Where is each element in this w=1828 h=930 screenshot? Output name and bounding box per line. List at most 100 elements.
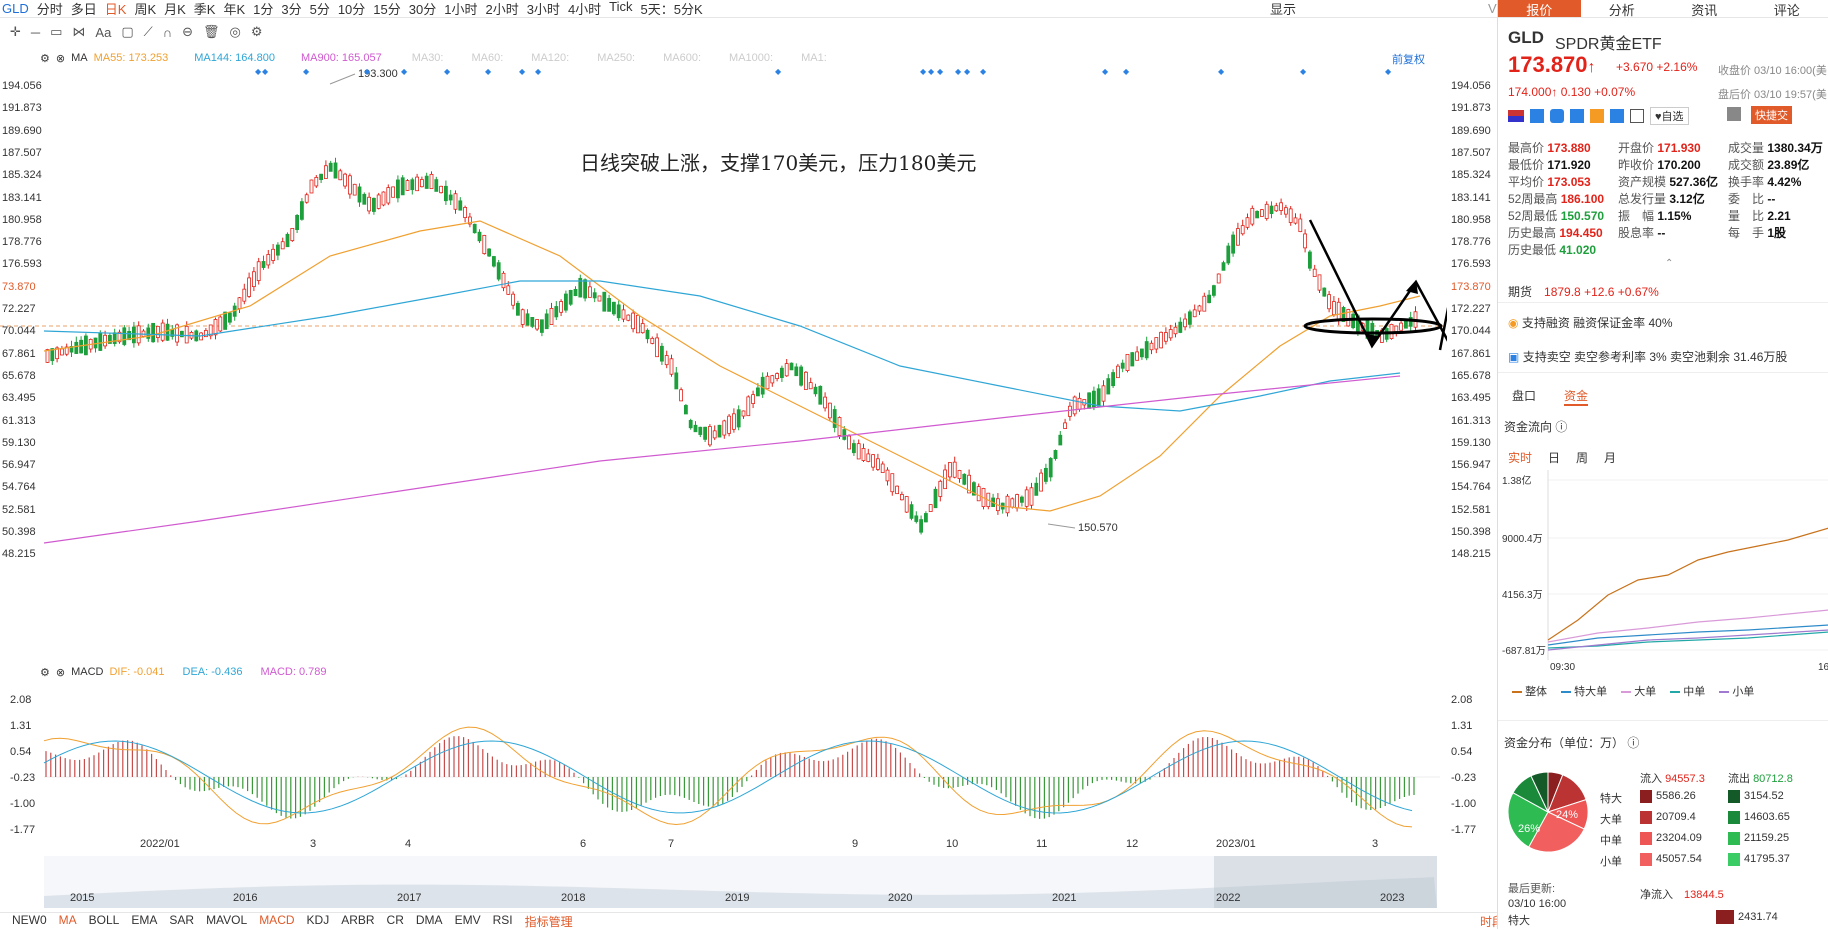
candle: [228, 313, 231, 322]
tab-funds[interactable]: 资金: [1564, 387, 1588, 406]
fib-tool-icon[interactable]: ⋈: [72, 24, 85, 40]
period-tab[interactable]: 日K: [105, 0, 127, 18]
period-tab[interactable]: 10分: [338, 0, 365, 18]
indicator-tab[interactable]: MAVOL: [206, 913, 247, 930]
fuquan-button[interactable]: 前复权: [1392, 51, 1425, 67]
indicator-tab[interactable]: CR: [387, 913, 404, 930]
candle: [1251, 208, 1254, 224]
tag-icon[interactable]: [1610, 109, 1624, 123]
period-tab[interactable]: 30分: [409, 0, 436, 18]
quote-tab[interactable]: 报价: [1498, 0, 1581, 17]
gear-icon[interactable]: ⚙: [40, 52, 50, 65]
text-tool-icon[interactable]: Aa: [95, 25, 111, 40]
indicator-tab[interactable]: RSI: [493, 913, 513, 930]
display-menu[interactable]: 显示: [1270, 0, 1296, 18]
crosshair-icon[interactable]: ✛: [10, 24, 21, 40]
period-tab[interactable]: 多日: [71, 0, 97, 18]
macd-chart[interactable]: [0, 682, 1447, 832]
period-tab[interactable]: 月K: [164, 0, 186, 18]
wave-icon[interactable]: [1590, 109, 1604, 123]
indicator-tab[interactable]: MACD: [259, 913, 294, 930]
settings-icon[interactable]: ⚙: [251, 24, 263, 40]
indicator-tab[interactable]: EMV: [455, 913, 481, 930]
period-tab[interactable]: 3分: [281, 0, 301, 18]
add-watchlist-button[interactable]: ♥自选: [1650, 107, 1689, 125]
macd-tick: 1.31: [10, 720, 31, 732]
flow-tab[interactable]: 实时: [1508, 449, 1532, 466]
quote-tab[interactable]: 评论: [1746, 0, 1828, 17]
close-icon[interactable]: ⊗: [56, 666, 65, 679]
outflow-swatch: [1728, 811, 1740, 824]
flow-tab[interactable]: 月: [1604, 449, 1616, 466]
indicator-tab[interactable]: EMA: [131, 913, 157, 930]
period-tab[interactable]: 季K: [194, 0, 216, 18]
candle: [617, 305, 620, 318]
flow-legend-item[interactable]: 中单: [1670, 683, 1705, 699]
magnet-icon[interactable]: ∩: [163, 25, 172, 40]
flow-legend-item[interactable]: 小单: [1719, 683, 1754, 699]
gear-icon[interactable]: ⚙: [40, 666, 50, 679]
chat-icon[interactable]: [1570, 109, 1584, 123]
period-tab[interactable]: 5分: [310, 0, 330, 18]
period-tab[interactable]: 2小时: [485, 0, 518, 18]
bell-icon[interactable]: [1727, 107, 1741, 121]
period-tab[interactable]: Tick: [609, 0, 632, 18]
quote-tab[interactable]: 分析: [1581, 0, 1664, 17]
period-tab[interactable]: 周K: [134, 0, 156, 18]
outflow-swatch: [1728, 853, 1740, 866]
indicator-tab[interactable]: MA: [59, 913, 77, 930]
period-tab[interactable]: 分时: [37, 0, 63, 18]
period-tab[interactable]: 4小时: [568, 0, 601, 18]
candle: [886, 470, 889, 481]
month-tick: 4: [405, 838, 411, 850]
ma-extra: MA600:: [663, 52, 701, 64]
candle: [1006, 496, 1009, 513]
indicator-tab[interactable]: DMA: [416, 913, 443, 930]
close-icon[interactable]: ⊗: [56, 52, 65, 65]
flow-legend-item[interactable]: 特大单: [1561, 683, 1607, 699]
period-tab[interactable]: 3小时: [527, 0, 560, 18]
eye-icon[interactable]: ◎: [230, 24, 241, 40]
period-tab[interactable]: 15分: [373, 0, 400, 18]
period-tab[interactable]: 5天：5分K: [641, 0, 703, 18]
trash-icon[interactable]: 🗑: [203, 24, 220, 40]
flow-tab[interactable]: 日: [1548, 449, 1560, 466]
candle: [848, 436, 851, 449]
indicator-tab[interactable]: ARBR: [341, 913, 374, 930]
ruler-icon[interactable]: ⟋: [144, 24, 153, 40]
comment-icon[interactable]: ▢: [121, 24, 133, 40]
s-icon[interactable]: [1550, 109, 1564, 123]
tool-icon[interactable]: [1530, 109, 1544, 123]
quick-trade-button[interactable]: 快捷交: [1751, 106, 1792, 124]
tab-pankou[interactable]: 盘口: [1512, 387, 1536, 406]
quote-tab[interactable]: 资讯: [1663, 0, 1746, 17]
candle: [497, 263, 500, 279]
flow-tab[interactable]: 周: [1576, 449, 1588, 466]
line-tool-icon[interactable]: ─: [31, 25, 40, 40]
shape-tool-icon[interactable]: ▭: [50, 24, 62, 40]
indicator-tab[interactable]: 指标管理: [525, 913, 573, 930]
period-tab[interactable]: 年K: [223, 0, 245, 18]
indicator-tab[interactable]: SAR: [169, 913, 194, 930]
candle: [1078, 398, 1081, 409]
macd-tick: -1.77: [10, 824, 35, 836]
price-tick: 176.593: [1451, 258, 1491, 270]
indicator-tab[interactable]: NEW0: [12, 913, 47, 930]
period-tab[interactable]: 1小时: [444, 0, 477, 18]
symbol-label[interactable]: GLD: [2, 1, 29, 16]
period-tab[interactable]: 1分: [253, 0, 273, 18]
candle: [1073, 397, 1076, 414]
fund-flow-chart[interactable]: 1.38亿9000.4万4156.3万-687.81万09:3016: [1498, 470, 1828, 670]
doc-icon[interactable]: [1630, 109, 1644, 123]
candle: [1184, 319, 1187, 327]
indicator-tab[interactable]: BOLL: [89, 913, 120, 930]
flow-legend-item[interactable]: 整体: [1512, 683, 1547, 699]
candle: [1256, 211, 1259, 218]
indicator-tab[interactable]: KDJ: [307, 913, 330, 930]
lock-icon[interactable]: ⊖: [182, 24, 193, 40]
collapse-icon[interactable]: ⌃: [1665, 258, 1673, 269]
stat-value: 150.570: [1557, 209, 1604, 223]
ma900-line: [44, 376, 1400, 543]
flow-legend-item[interactable]: 大单: [1621, 683, 1656, 699]
net-row-label: 特大: [1508, 912, 1530, 928]
